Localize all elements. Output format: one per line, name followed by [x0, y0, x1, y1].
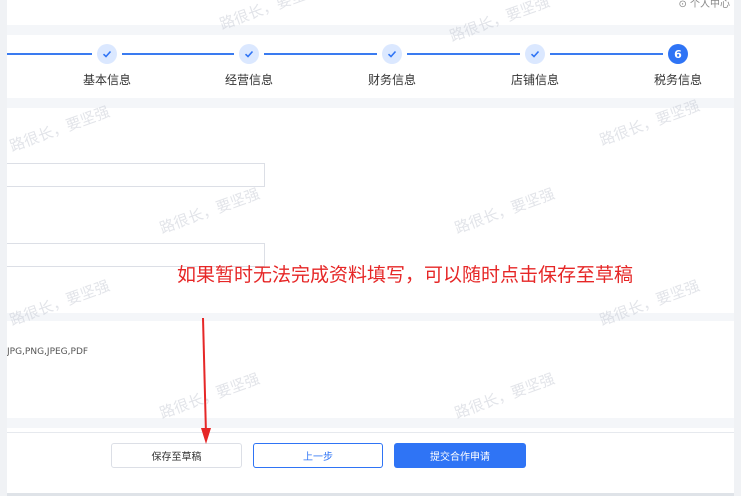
submit-application-button[interactable]: 提交合作申请: [394, 443, 526, 468]
step-label-store: 店铺信息: [510, 73, 559, 87]
section-band: [7, 313, 734, 321]
step-1-check-icon: [97, 44, 117, 64]
step-label-basic: 基本信息: [82, 73, 131, 87]
step-connector: [264, 53, 377, 55]
user-center-link[interactable]: ⊙ 个人中心: [678, 0, 734, 10]
tax-input-field-1[interactable]: [7, 163, 265, 187]
step-label-tax: 税务信息: [653, 73, 702, 87]
watermark: 路很长，要坚强: [452, 369, 558, 423]
step-connector: [122, 53, 234, 55]
save-draft-button[interactable]: 保存至草稿: [111, 443, 242, 468]
previous-step-button[interactable]: 上一步: [253, 443, 383, 468]
watermark: 路很长，要坚强: [452, 184, 558, 238]
draft-annotation-text: 如果暂时无法完成资料填写，可以随时点击保存至草稿: [177, 264, 634, 286]
step-connector: [550, 53, 663, 55]
upload-format-hint: JPG,PNG,JPEG,PDF: [7, 347, 89, 357]
footer-divider: [7, 432, 734, 433]
step-label-finance: 财务信息: [367, 73, 416, 87]
watermark: 路很长，要坚强: [7, 276, 113, 330]
watermark: 路很长，要坚强: [157, 184, 263, 238]
step-5-number: 6: [668, 44, 688, 64]
step-2-check-icon: [239, 44, 259, 64]
step-label-business: 经营信息: [224, 73, 273, 87]
step-connector: [7, 53, 92, 55]
progress-steps: 基本信息 经营信息 财务信息 店铺信息 6 税务信息: [7, 36, 734, 96]
step-3-check-icon: [382, 44, 402, 64]
header-band: [7, 25, 734, 35]
footer-band: [7, 418, 734, 428]
annotation-arrow-icon: [201, 317, 211, 444]
section-band: [7, 98, 734, 108]
application-page: ⊙ 个人中心 基本信息 经营信息 财务信息 店铺信息 6 税务信息 JPG,PN…: [7, 0, 734, 496]
watermark: 路很长，要坚强: [7, 102, 113, 156]
step-connector: [407, 53, 520, 55]
step-4-check-icon: [525, 44, 545, 64]
